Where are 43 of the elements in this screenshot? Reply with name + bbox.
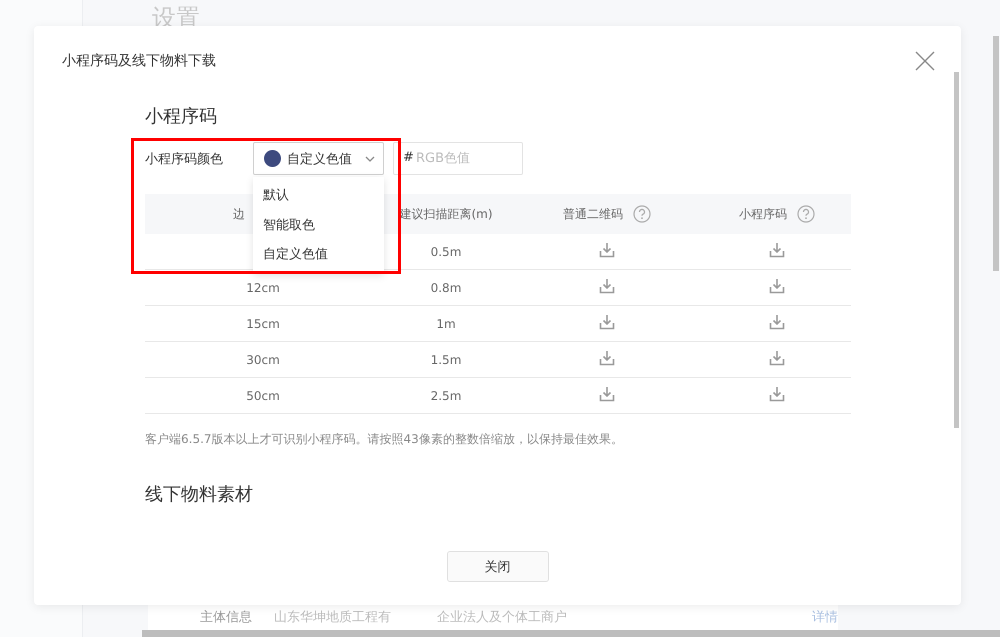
download-icon[interactable] [769,386,785,402]
color-select[interactable]: 自定义色值 [253,142,384,175]
close-button[interactable]: 关闭 [446,551,548,582]
dropdown-option[interactable]: 智能取色 [253,210,384,240]
table-cell: 2.5m [381,378,511,414]
download-icon[interactable] [599,386,615,402]
hash-symbol: # [403,150,414,165]
dialog-title: 小程序码及线下物料下载 [62,52,216,70]
caret-icon [365,156,375,162]
field-label: 小程序码颜色 [145,150,224,168]
dropdown-option[interactable]: 默认 [253,181,384,210]
download-icon[interactable] [599,350,615,366]
table-cell: 0.8m [381,270,511,306]
table-cell: 1.5m [381,342,511,378]
column-header: 小程序码 [739,206,787,222]
table-cell: 12cm [246,280,280,294]
download-icon[interactable] [769,278,785,294]
download-icon[interactable] [769,314,785,330]
help-icon[interactable] [633,205,651,223]
download-icon[interactable] [599,242,615,258]
help-icon[interactable] [797,205,815,223]
table-cell: 1m [381,306,511,342]
column-header: 普通二维码 [563,206,623,222]
download-icon[interactable] [599,314,615,330]
scrollbar[interactable] [993,36,999,271]
dropdown-option[interactable]: 自定义色值 [253,240,384,270]
table-cell: 30cm [246,352,280,366]
download-icon[interactable] [769,350,785,366]
section-title: 线下物料素材 [145,483,254,506]
scrollbar[interactable] [142,630,1000,637]
table-cell: 15cm [246,316,280,330]
table-cell: 0.5m [381,234,511,270]
section-title: 小程序码 [145,105,218,128]
scrollbar[interactable] [954,72,959,428]
note-text: 客户端6.5.7版本以上才可识别小程序码。请按照43像素的整数倍缩放，以保持最佳效果。 [145,431,624,448]
table-cell: 50cm [246,388,280,402]
download-icon[interactable] [599,278,615,294]
download-icon[interactable] [769,242,785,258]
column-header: 边 [233,206,245,222]
entity-type: 企业法人及个体工商户 [437,608,568,626]
info-label: 主体信息 [200,608,253,626]
close-icon[interactable] [915,51,935,71]
company-name: 山东华坤地质工程有 [274,608,392,626]
